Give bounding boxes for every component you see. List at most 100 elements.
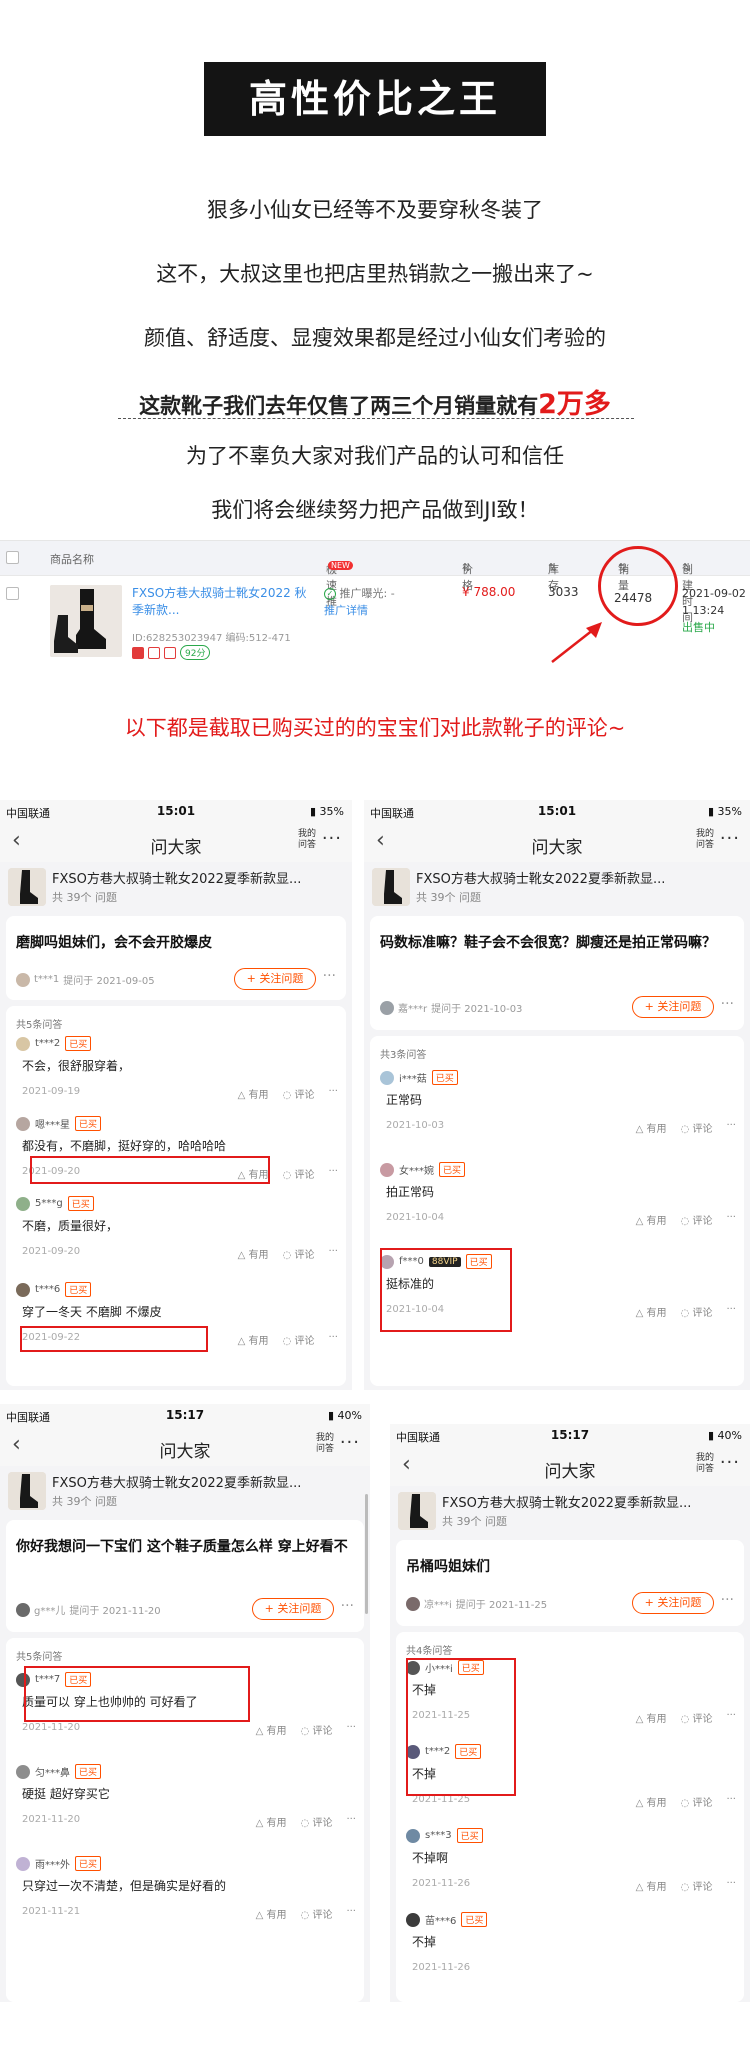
scrollbar[interactable] (365, 1494, 368, 1614)
question-count: 共 39个 问题 (52, 1495, 117, 1508)
more-icon[interactable]: ··· (721, 1592, 734, 1608)
more-icon[interactable]: ··· (323, 968, 336, 984)
useful-button[interactable]: △ 有用 (256, 1722, 287, 1737)
page-title: 高性价比之王 (204, 62, 546, 136)
clock: 15:17 (165, 1408, 205, 1422)
status-bar: 中国联通 15:17 ▮ 40% (390, 1424, 750, 1446)
comment-button[interactable]: ◌ 评论 (283, 1166, 315, 1181)
comment-button[interactable]: ◌ 评论 (301, 1814, 333, 1829)
useful-button[interactable]: △ 有用 (636, 1710, 667, 1725)
more-icon: ··· (346, 1814, 356, 1825)
comment-button[interactable]: ◌ 评论 (301, 1722, 333, 1737)
comment-button[interactable]: ◌ 评论 (681, 1710, 713, 1725)
product-bar[interactable]: FXSO方巷大叔骑士靴女2022夏季新款显... 共 39个 问题 (364, 862, 750, 910)
comment-button[interactable]: ◌ 评论 (681, 1794, 713, 1809)
follow-question-button[interactable]: + 关注问题 (632, 1592, 714, 1614)
promo-detail-link[interactable]: 推广详情 (324, 602, 395, 619)
stock-value: 3033 (548, 585, 579, 599)
intro-line-1: 狠多小仙女已经等不及要穿秋冬装了 (207, 198, 543, 222)
avatar (16, 1282, 30, 1297)
useful-button[interactable]: △ 有用 (256, 1906, 287, 1921)
comment-button[interactable]: ◌ 评论 (301, 1906, 333, 1921)
my-qa-link[interactable]: 我的问答 (296, 829, 318, 851)
more-icon[interactable]: ··· (720, 1452, 740, 1473)
comment-button[interactable]: ◌ 评论 (283, 1086, 315, 1101)
divider (118, 418, 634, 419)
answer-item: 匀***鼻 已买 硬挺 超好穿买它 2021-11-20 △ 有用 ◌ 评论 ··· (16, 1764, 356, 1829)
more-icon: ··· (328, 1246, 338, 1257)
more-icon: ··· (726, 1794, 736, 1805)
useful-button[interactable]: △ 有用 (636, 1212, 667, 1227)
phone-screenshot-2: 中国联通 15:01 ▮ 35% ‹ 问大家 我的问答 ··· FXSO方巷大叔… (364, 800, 750, 1390)
battery: ▮ 40% (327, 1409, 362, 1422)
more-icon[interactable]: ··· (341, 1598, 354, 1614)
my-qa-link[interactable]: 我的问答 (314, 1433, 336, 1455)
my-qa-link[interactable]: 我的问答 (694, 829, 716, 851)
comment-button[interactable]: ◌ 评论 (681, 1212, 713, 1227)
clock: 15:01 (156, 804, 196, 818)
avatar (16, 1116, 30, 1131)
product-bar[interactable]: FXSO方巷大叔骑士靴女2022夏季新款显... 共 39个 问题 (390, 1486, 750, 1534)
comment-button[interactable]: ◌ 评论 (681, 1878, 713, 1893)
avatar (406, 1828, 420, 1843)
sort-icon: ⇅ (548, 561, 558, 574)
battery-icon: ▮ (327, 1409, 335, 1422)
sales-highlight-circle (598, 546, 678, 626)
status-bar: 中国联通 15:01 ▮ 35% (364, 800, 750, 822)
answer-count: 共5条问答 (16, 1652, 63, 1663)
sort-icon: ⇅ (682, 561, 692, 574)
nav-title: 问大家 (531, 838, 583, 858)
answer-item: 雨***外 已买 只穿过一次不清楚，但是确实是好看的 2021-11-21 △ 有用… (16, 1856, 356, 1921)
useful-button[interactable]: △ 有用 (238, 1246, 269, 1261)
more-icon[interactable]: ··· (721, 996, 734, 1012)
intro-line-5: 为了不辜负大家对我们产品的认可和信任 (186, 444, 564, 468)
useful-button[interactable]: △ 有用 (636, 1794, 667, 1809)
my-qa-link[interactable]: 我的问答 (694, 1453, 716, 1475)
useful-button[interactable]: △ 有用 (256, 1814, 287, 1829)
useful-button[interactable]: △ 有用 (636, 1120, 667, 1135)
useful-button[interactable]: △ 有用 (636, 1304, 667, 1319)
comment-button[interactable]: ◌ 评论 (283, 1246, 315, 1261)
answer-count: 共4条问答 (406, 1646, 453, 1657)
product-name: FXSO方巷大叔骑士靴女2022夏季新款显... (416, 872, 666, 887)
answer-item: 女***婉 已买 拍正常码 2021-10-04 △ 有用 ◌ 评论 ··· (380, 1162, 736, 1227)
product-name-link[interactable]: FXSO方巷大叔骑士靴女2022 秋季新款... (132, 585, 312, 619)
asker-info: t***1 提问于 2021-09-05 (16, 972, 155, 987)
intro-line-3: 颜值、舒适度、显瘦效果都是经过小仙女们考验的 (144, 326, 606, 350)
product-bar[interactable]: FXSO方巷大叔骑士靴女2022夏季新款显... 共 39个 问题 (0, 1466, 370, 1514)
intro-sales-line: 这款靴子我们去年仅售了两三个月销量就有2万多 (0, 382, 750, 421)
avatar (406, 1912, 420, 1927)
follow-question-button[interactable]: + 关注问题 (632, 996, 714, 1018)
nav-bar: ‹ 问大家 我的问答 ··· (364, 822, 750, 862)
new-badge: NEW (328, 561, 353, 570)
follow-question-button[interactable]: + 关注问题 (234, 968, 316, 990)
product-bar[interactable]: FXSO方巷大叔骑士靴女2022夏季新款显... 共 39个 问题 (0, 862, 352, 910)
nav-bar: ‹ 问大家 我的问答 ··· (0, 822, 352, 862)
more-icon: ··· (726, 1878, 736, 1889)
more-icon: ··· (726, 1120, 736, 1131)
follow-question-button[interactable]: + 关注问题 (252, 1598, 334, 1620)
check-icon: ✓ (324, 588, 336, 600)
more-icon[interactable]: ··· (340, 1432, 360, 1453)
created-time: 2021-09-02 1 13:24 出售中 (682, 585, 748, 636)
question-card: 吊桶吗姐妹们 凉***i 提问于 2021-11-25 + 关注问题 ··· (396, 1540, 744, 1626)
useful-button[interactable]: △ 有用 (238, 1332, 269, 1347)
product-thumbnail (8, 868, 46, 906)
more-icon[interactable]: ··· (720, 828, 740, 849)
avatar (16, 1764, 30, 1779)
comment-button[interactable]: ◌ 评论 (681, 1120, 713, 1135)
price-value: ¥ 788.00 (462, 585, 516, 599)
row-checkbox[interactable] (6, 587, 19, 600)
clock: 15:17 (550, 1428, 590, 1442)
more-icon[interactable]: ··· (322, 828, 342, 849)
useful-button[interactable]: △ 有用 (636, 1878, 667, 1893)
avatar (16, 1036, 30, 1051)
useful-button[interactable]: △ 有用 (238, 1086, 269, 1101)
comment-button[interactable]: ◌ 评论 (681, 1304, 713, 1319)
comment-button[interactable]: ◌ 评论 (283, 1332, 315, 1347)
select-all-checkbox[interactable] (6, 551, 19, 564)
question-count: 共 39个 问题 (52, 891, 117, 904)
product-thumbnail[interactable] (50, 585, 122, 657)
battery-icon: ▮ (309, 805, 317, 818)
answers-card: 共3条问答 i***菇 已买 正常码 2021-10-03 △ 有用 ◌ 评论 ··· … (370, 1036, 744, 1386)
